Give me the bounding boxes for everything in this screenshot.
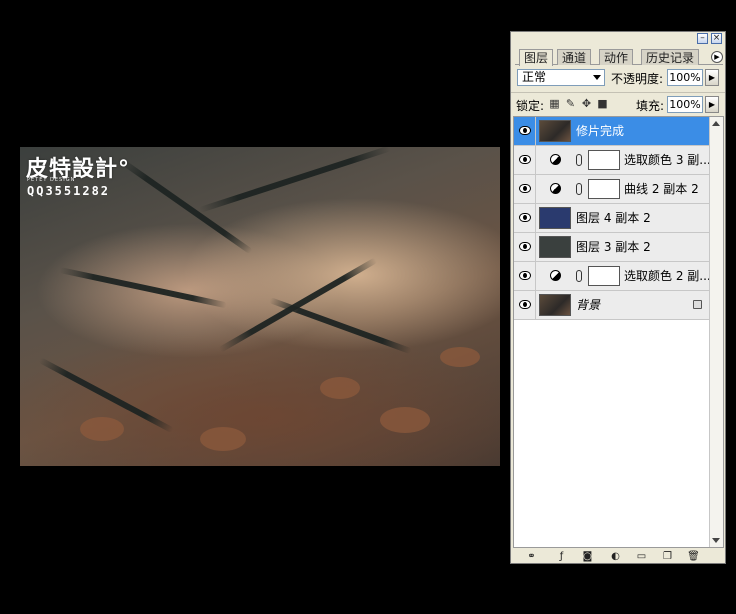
opacity-slider-arrow-icon[interactable]: ▶ [705, 69, 719, 86]
adjustment-layer-icon [550, 270, 561, 281]
lock-pixels-icon[interactable]: ✎ [564, 97, 577, 110]
visibility-toggle[interactable] [514, 175, 536, 203]
layers-panel: – × 图层 通道 动作 历史记录 ▶ 正常 不透明度: 100% ▶ 锁定: … [510, 31, 726, 564]
blend-mode-select[interactable]: 正常 [517, 69, 605, 86]
lock-position-icon[interactable]: ✥ [580, 97, 593, 110]
layer-name: 修片完成 [576, 124, 625, 138]
visibility-toggle[interactable] [514, 146, 536, 174]
eye-icon [519, 184, 531, 193]
delete-layer-icon[interactable]: 🗑 [687, 551, 700, 563]
chevron-down-icon [593, 75, 601, 80]
layer-row[interactable]: 图层 3 副本 2 [514, 233, 710, 262]
new-adjustment-layer-icon[interactable]: ◐ [609, 551, 622, 563]
layer-name: 选取颜色 3 副... [624, 153, 710, 167]
opacity-input[interactable]: 100% [667, 69, 703, 86]
eye-icon [519, 213, 531, 222]
photo-leaf [380, 407, 430, 433]
photo-fern [118, 157, 253, 255]
tab-actions[interactable]: 动作 [599, 49, 634, 65]
add-mask-icon[interactable]: ◙ [581, 551, 594, 563]
chain-link-icon[interactable] [576, 154, 582, 166]
lock-transparency-icon[interactable]: ▦ [548, 97, 561, 110]
layer-row[interactable]: 选取颜色 3 副... [514, 146, 710, 175]
photo-leaf [80, 417, 124, 441]
blend-opacity-row: 正常 不透明度: 100% ▶ [511, 66, 725, 88]
layer-mask-thumbnail[interactable] [588, 179, 620, 199]
layer-thumbnail [539, 236, 571, 258]
watermark-qq: QQ3551282 [27, 184, 111, 198]
chain-link-icon[interactable] [576, 183, 582, 195]
layer-row[interactable]: 图层 4 副本 2 [514, 204, 710, 233]
photo-leaf [200, 427, 246, 451]
opacity-label: 不透明度: [611, 72, 664, 86]
eye-icon [519, 242, 531, 251]
close-icon[interactable]: × [711, 33, 722, 44]
tab-channels[interactable]: 通道 [557, 49, 592, 65]
visibility-toggle[interactable] [514, 233, 536, 261]
new-group-icon[interactable]: ▭ [635, 551, 648, 563]
layer-name: 曲线 2 副本 2 [624, 182, 699, 196]
scroll-down-icon[interactable] [712, 538, 720, 543]
layers-list: 修片完成 选取颜色 3 副... 曲线 2 副本 2 图层 4 副本 2 图层 … [513, 116, 724, 548]
photo-fern [59, 267, 227, 309]
blend-mode-value: 正常 [522, 70, 547, 84]
visibility-toggle[interactable] [514, 204, 536, 232]
layer-thumbnail [539, 294, 571, 316]
layer-row[interactable]: 选取颜色 2 副... [514, 262, 710, 291]
adjustment-layer-icon [550, 183, 561, 194]
layer-mask-thumbnail[interactable] [588, 266, 620, 286]
fill-label: 填充: [636, 99, 665, 113]
lock-all-icon[interactable]: ■ [596, 97, 609, 110]
lock-label: 锁定: [516, 99, 545, 113]
layers-scrollbar[interactable] [709, 117, 723, 547]
layer-row[interactable]: 背景 [514, 291, 710, 320]
visibility-toggle[interactable] [514, 262, 536, 290]
photo-leaf [440, 347, 480, 367]
tab-layers[interactable]: 图层 [519, 49, 554, 66]
new-layer-icon[interactable]: ❐ [661, 551, 674, 563]
layer-thumbnail [539, 207, 571, 229]
link-layers-icon[interactable]: ⚭ [525, 551, 538, 563]
minimize-icon[interactable]: – [697, 33, 708, 44]
layer-thumbnail [539, 120, 571, 142]
chain-link-icon[interactable] [576, 270, 582, 282]
layer-name: 图层 3 副本 2 [576, 240, 651, 254]
scroll-up-icon[interactable] [712, 121, 720, 126]
layer-name: 背景 [576, 298, 601, 312]
visibility-toggle[interactable] [514, 291, 536, 319]
fill-slider-arrow-icon[interactable]: ▶ [705, 96, 719, 113]
fill-input[interactable]: 100% [667, 96, 703, 113]
tab-history[interactable]: 历史记录 [641, 49, 700, 65]
watermark-tagline: PETEY DESIGN [27, 177, 76, 183]
layer-mask-thumbnail[interactable] [588, 150, 620, 170]
photo-fern [218, 257, 378, 353]
lock-icon [693, 300, 702, 309]
layers-bottom-toolbar: ⚭ ƒ ◙ ◐ ▭ ❐ 🗑 [511, 549, 725, 564]
document-canvas[interactable]: 皮特設計° PETEY DESIGN QQ3551282 [20, 147, 500, 466]
photo-leaf [320, 377, 360, 399]
eye-icon [519, 126, 531, 135]
photoshop-workspace: 皮特設計° PETEY DESIGN QQ3551282 – × 图层 通道 动… [0, 0, 736, 614]
eye-icon [519, 300, 531, 309]
layer-row[interactable]: 曲线 2 副本 2 [514, 175, 710, 204]
panel-titlebar[interactable]: – × [511, 32, 725, 48]
eye-icon [519, 271, 531, 280]
layer-name: 选取颜色 2 副... [624, 269, 710, 283]
adjustment-layer-icon [550, 154, 561, 165]
eye-icon [519, 155, 531, 164]
layer-name: 图层 4 副本 2 [576, 211, 651, 225]
layer-style-icon[interactable]: ƒ [555, 551, 568, 563]
photo-fern [199, 147, 392, 213]
panel-menu-icon[interactable]: ▶ [711, 51, 723, 63]
panel-tabs: 图层 通道 动作 历史记录 [515, 48, 723, 66]
visibility-toggle[interactable] [514, 117, 536, 145]
layer-row[interactable]: 修片完成 [514, 117, 710, 146]
lock-fill-row: 锁定: ▦ ✎ ✥ ■ 填充: 100% ▶ [511, 92, 725, 114]
photo-fern [268, 297, 412, 355]
